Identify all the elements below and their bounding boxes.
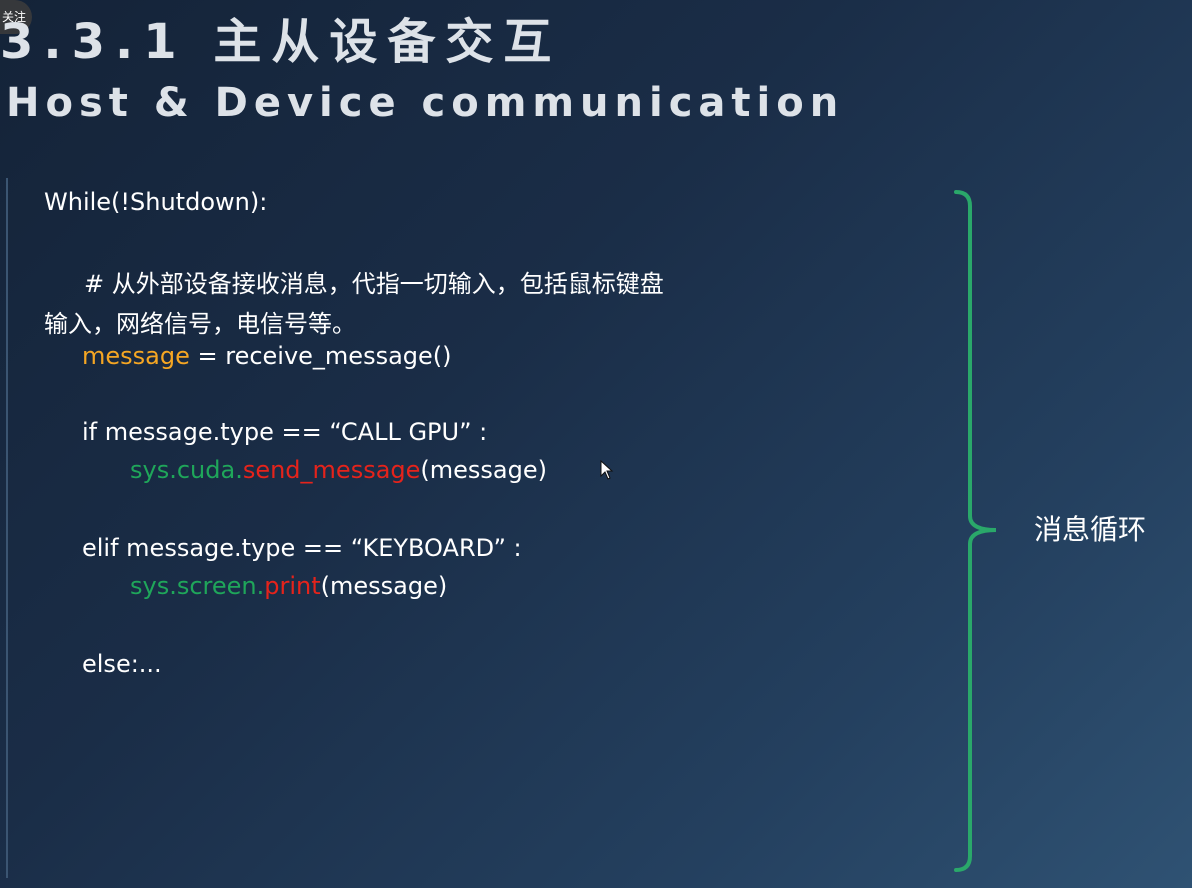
code-variable-message: message <box>82 342 190 370</box>
slide-title-english: Host & Device communication <box>6 80 845 126</box>
code-if-line: if message.type == “CALL GPU” : <box>82 418 488 446</box>
left-divider <box>6 178 8 878</box>
code-if-call-line: sys.cuda.send_message(message) <box>130 456 547 484</box>
code-assign-line: message = receive_message() <box>82 342 452 370</box>
code-method-send-message: send_message <box>242 456 421 484</box>
mouse-cursor-icon <box>600 459 614 484</box>
code-call-args: (message) <box>320 572 448 600</box>
code-comment-line-2: 输入，网络信号，电信号等。 <box>44 310 356 338</box>
code-else-line: else:... <box>82 650 162 678</box>
message-loop-label: 消息循环 <box>1034 513 1147 546</box>
code-method-print: print <box>264 572 321 600</box>
code-module-sys-screen: sys.screen. <box>130 572 265 600</box>
code-elif-line: elif message.type == “KEYBOARD” : <box>82 534 522 562</box>
code-module-sys-cuda: sys.cuda. <box>130 456 243 484</box>
right-curly-bracket <box>952 190 1000 874</box>
slide-title-chinese: 3.3.1 主从设备交互 <box>0 14 562 70</box>
code-elif-call-line: sys.screen.print(message) <box>130 572 447 600</box>
code-call-args: (message) <box>420 456 547 484</box>
code-assign-expression: = receive_message() <box>189 342 452 370</box>
code-while-line: While(!Shutdown): <box>44 188 268 216</box>
code-comment-line-1: # 从外部设备接收消息，代指一切输入，包括鼠标键盘 <box>84 270 664 298</box>
